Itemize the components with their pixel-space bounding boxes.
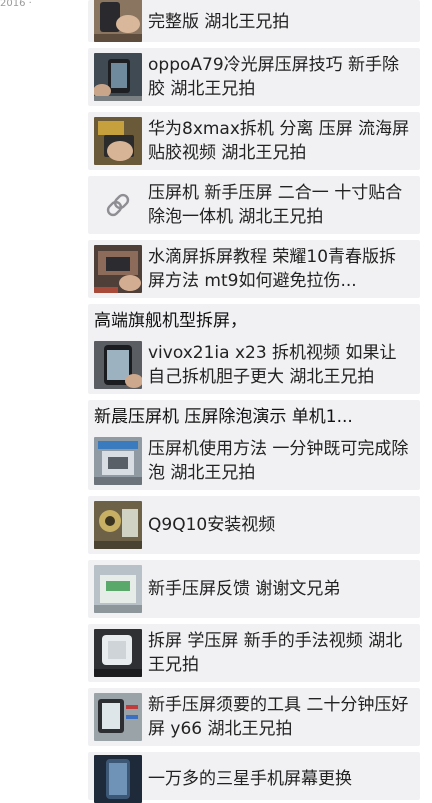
list-item[interactable]: 新手压屏反馈 谢谢文兄弟 (88, 560, 420, 618)
video-thumbnail (94, 693, 142, 741)
thumb-hand-on-phone (94, 117, 142, 165)
video-thumbnail (94, 245, 142, 293)
thumb-phone-on-mat (94, 53, 142, 101)
video-title: Q9Q10安装视频 (148, 515, 276, 535)
thumb-disassembly (94, 245, 142, 293)
video-thumbnail (94, 755, 142, 803)
list-item[interactable]: 新手压屏须要的工具 二十分钟压好屏 y66 湖北王兄拍 (88, 688, 420, 746)
video-thumbnail (94, 0, 142, 42)
thumb-white-film (94, 629, 142, 677)
video-thumbnail (94, 341, 142, 389)
video-title: oppoA79冷光屏压屏技巧 新手除胶 湖北王兄拍 (148, 55, 400, 99)
video-title: 压屏机 新手压屏 二合一 十寸贴合除泡一体机 湖北王兄拍 (148, 183, 403, 227)
video-thumbnail (94, 117, 142, 165)
video-title: 新手压屏须要的工具 二十分钟压好屏 y66 湖北王兄拍 (148, 695, 409, 739)
video-thumbnail (94, 501, 142, 549)
thumb-tools (94, 693, 142, 741)
list-item[interactable]: 新晨压屏机 压屏除泡演示 单机1... 压屏机使用方法 一分钟既可完成除泡 湖北… (88, 400, 420, 490)
list-item[interactable]: 华为8xmax拆机 分离 压屏 流海屏贴胶视频 湖北王兄拍 (88, 112, 420, 170)
video-title: 压屏机使用方法 一分钟既可完成除泡 湖北王兄拍 (148, 439, 409, 483)
list-item[interactable]: 水滴屏拆屏教程 荣耀10青春版拆屏方法 mt9如何避免拉伤... (88, 240, 420, 298)
video-title: 一万多的三星手机屏幕更换 (148, 769, 352, 789)
list-item[interactable]: 完整版 湖北王兄拍 (88, 0, 420, 42)
video-title: 华为8xmax拆机 分离 压屏 流海屏贴胶视频 湖北王兄拍 (148, 119, 410, 163)
thumb-phone-repair-hands (94, 0, 142, 42)
list-item[interactable]: Q9Q10安装视频 (88, 496, 420, 554)
cut-off-label: 2016 · (0, 0, 32, 7)
section-heading: 高端旗舰机型拆屏， (94, 311, 247, 331)
thumb-press-machine (94, 437, 142, 485)
video-title: 完整版 湖北王兄拍 (148, 12, 290, 32)
video-thumbnail (94, 565, 142, 613)
list-item[interactable]: 压屏机 新手压屏 二合一 十寸贴合除泡一体机 湖北王兄拍 (88, 176, 420, 234)
list-item[interactable]: 一万多的三星手机屏幕更换 (88, 752, 420, 803)
thumb-green-machine (94, 565, 142, 613)
left-margin (0, 0, 88, 800)
video-title: 水滴屏拆屏教程 荣耀10青春版拆屏方法 mt9如何避免拉伤... (148, 247, 397, 291)
thumb-phone-screen (94, 341, 142, 389)
link-icon (94, 181, 142, 229)
thumb-q9-machine (94, 501, 142, 549)
video-thumbnail (94, 437, 142, 485)
section-heading: 新晨压屏机 压屏除泡演示 单机1... (94, 407, 353, 427)
video-title: 拆屏 学压屏 新手的手法视频 湖北王兄拍 (148, 631, 403, 675)
video-thumbnail (94, 629, 142, 677)
list-item[interactable]: 拆屏 学压屏 新手的手法视频 湖北王兄拍 (88, 624, 420, 682)
video-list: 完整版 湖北王兄拍 oppoA79冷光屏压屏技巧 新手除胶 湖北王兄拍 华为8x… (88, 0, 420, 803)
thumb-samsung (94, 755, 142, 803)
list-item[interactable]: 高端旗舰机型拆屏， vivox21ia x23 拆机视频 如果让自己拆机胆子更大… (88, 304, 420, 394)
list-item[interactable]: oppoA79冷光屏压屏技巧 新手除胶 湖北王兄拍 (88, 48, 420, 106)
video-title: 新手压屏反馈 谢谢文兄弟 (148, 579, 341, 599)
video-title: vivox21ia x23 拆机视频 如果让自己拆机胆子更大 湖北王兄拍 (148, 343, 397, 387)
video-thumbnail (94, 53, 142, 101)
